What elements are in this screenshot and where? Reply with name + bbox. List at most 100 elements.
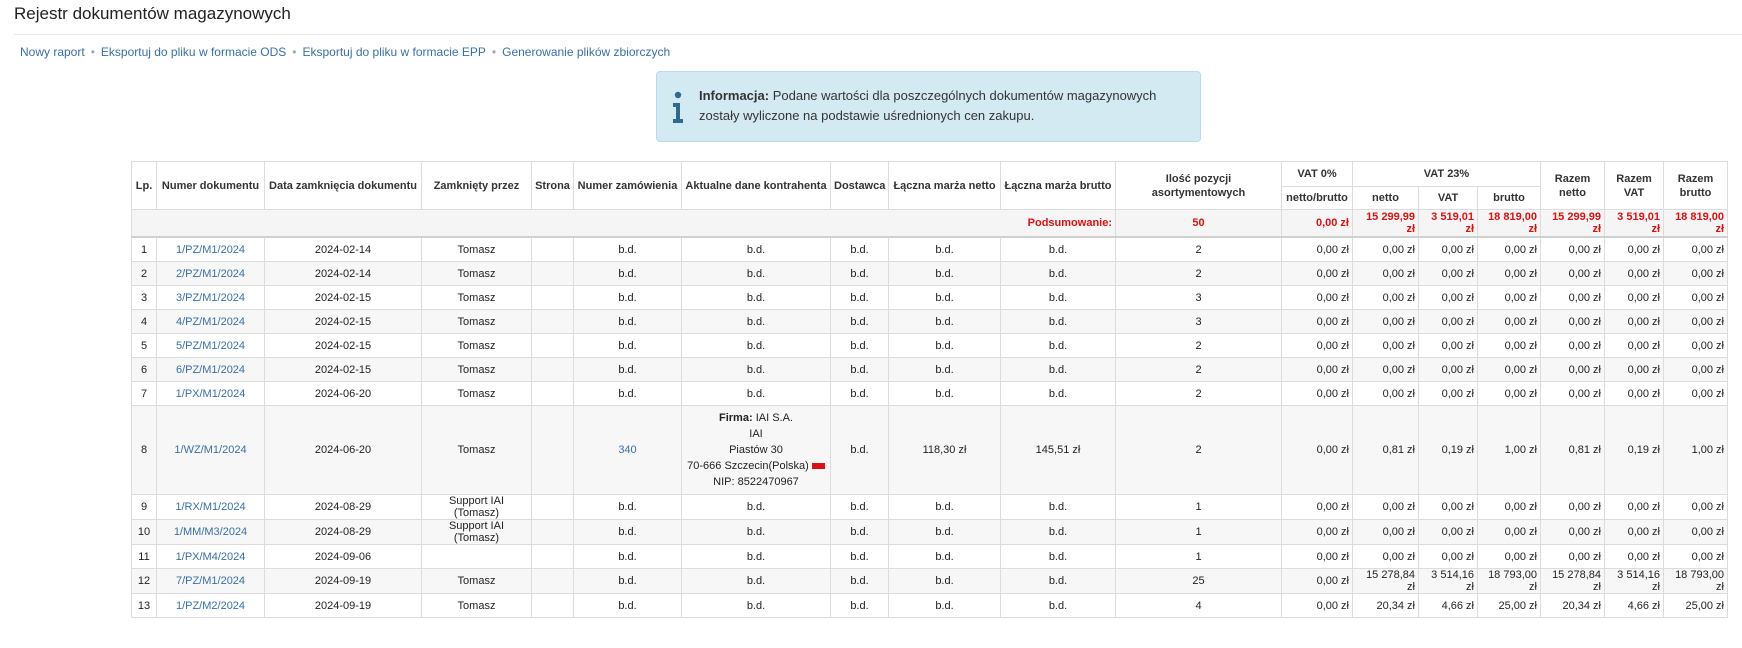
cell-close-date: 2024-02-15 — [264, 357, 422, 382]
cell-close-date: 2024-02-14 — [264, 236, 422, 262]
cell-vat23-gross: 0,00 zł — [1477, 309, 1541, 334]
summary-label: Podsumowanie: — [131, 209, 1116, 238]
col-items-count: Ilość pozycji asortymentowych — [1115, 161, 1282, 210]
cell-closed-by — [421, 544, 532, 569]
cell-margin-net: b.d. — [888, 333, 1001, 358]
cell-document-number[interactable]: 5/PZ/M1/2024 — [156, 333, 265, 358]
document-link[interactable]: 1/PX/M1/2024 — [176, 388, 246, 400]
cell-items-count: 1 — [1115, 494, 1282, 520]
cell-total-gross: 0,00 zł — [1663, 357, 1728, 382]
cell-total-net: 0,00 zł — [1540, 357, 1605, 382]
cell-document-number[interactable]: 3/PZ/M1/2024 — [156, 285, 265, 310]
cell-vat23-vat: 4,66 zł — [1418, 593, 1478, 618]
cell-total-gross: 0,00 zł — [1663, 381, 1728, 406]
cell-lp: 5 — [131, 333, 157, 358]
cell-document-number[interactable]: 4/PZ/M1/2024 — [156, 309, 265, 334]
summary-vat0: 0,00 zł — [1281, 209, 1353, 238]
col-vat0: VAT 0% — [1281, 161, 1353, 187]
cell-contractor: b.d. — [681, 494, 831, 520]
cell-vat0: 0,00 zł — [1281, 405, 1353, 495]
cell-closed-by: Tomasz — [421, 357, 532, 382]
cell-document-number[interactable]: 2/PZ/M1/2024 — [156, 261, 265, 286]
cell-total-net: 15 278,84 zł — [1540, 568, 1605, 594]
cell-close-date: 2024-09-06 — [264, 544, 422, 569]
cell-close-date: 2024-02-15 — [264, 285, 422, 310]
cell-vat23-vat: 0,00 zł — [1418, 519, 1478, 545]
table-row: 7 1/PX/M1/2024 2024-06-20 Tomasz b.d. b.d. b.d… — [131, 381, 1728, 406]
cell-items-count: 2 — [1115, 261, 1282, 286]
cell-document-number[interactable]: 6/PZ/M1/2024 — [156, 357, 265, 382]
cell-items-count: 2 — [1115, 333, 1282, 358]
cell-vat0: 0,00 zł — [1281, 544, 1353, 569]
cell-margin-net: 118,30 zł — [888, 405, 1001, 495]
cell-document-number[interactable]: 1/WZ/M1/2024 — [156, 405, 265, 495]
cell-items-count: 3 — [1115, 285, 1282, 310]
summary-total-vat: 3 519,01 zł — [1604, 209, 1664, 238]
cell-document-number[interactable]: 1/PZ/M1/2024 — [156, 236, 265, 262]
cell-lp: 12 — [131, 568, 157, 594]
export-ods-link[interactable]: Eksportuj do pliku w formacie ODS — [101, 45, 286, 59]
cell-vat23-net: 0,00 zł — [1352, 333, 1419, 358]
cell-page — [531, 405, 574, 495]
cell-lp: 1 — [131, 236, 157, 262]
cell-contractor: b.d. — [681, 381, 831, 406]
cell-document-number[interactable]: 7/PZ/M1/2024 — [156, 568, 265, 594]
document-link[interactable]: 1/PX/M4/2024 — [176, 551, 246, 563]
cell-document-number[interactable]: 1/MM/M3/2024 — [156, 519, 265, 545]
cell-supplier: b.d. — [830, 309, 889, 334]
cell-margin-gross: b.d. — [1000, 544, 1116, 569]
cell-closed-by: Support IAI (Tomasz) — [421, 519, 532, 545]
cell-total-gross: 0,00 zł — [1663, 309, 1728, 334]
cell-items-count: 1 — [1115, 519, 1282, 545]
document-link[interactable]: 1/PZ/M2/2024 — [176, 600, 245, 612]
document-link[interactable]: 1/RX/M1/2024 — [175, 501, 245, 513]
cell-document-number[interactable]: 1/PX/M4/2024 — [156, 544, 265, 569]
cell-vat23-vat: 0,00 zł — [1418, 333, 1478, 358]
cell-margin-net: b.d. — [888, 236, 1001, 262]
document-link[interactable]: 1/WZ/M1/2024 — [174, 444, 246, 456]
document-link[interactable]: 1/PZ/M1/2024 — [176, 244, 245, 256]
cell-order-number[interactable]: 340 — [573, 405, 682, 495]
cell-document-number[interactable]: 1/PX/M1/2024 — [156, 381, 265, 406]
document-link[interactable]: 4/PZ/M1/2024 — [176, 316, 245, 328]
cell-vat23-net: 0,81 zł — [1352, 405, 1419, 495]
cell-margin-gross: b.d. — [1000, 333, 1116, 358]
document-link[interactable]: 6/PZ/M1/2024 — [176, 364, 245, 376]
cell-order-number: b.d. — [573, 381, 682, 406]
document-link[interactable]: 2/PZ/M1/2024 — [176, 268, 245, 280]
cell-items-count: 2 — [1115, 405, 1282, 495]
order-link[interactable]: 340 — [618, 444, 636, 456]
generate-batch-files-link[interactable]: Generowanie plików zbiorczych — [502, 45, 670, 59]
document-link[interactable]: 3/PZ/M1/2024 — [176, 292, 245, 304]
cell-margin-gross: b.d. — [1000, 357, 1116, 382]
col-vat23-gross: brutto — [1477, 186, 1541, 210]
cell-document-number[interactable]: 1/RX/M1/2024 — [156, 494, 265, 520]
table-row: 9 1/RX/M1/2024 2024-08-29 Support IAI (Toma… — [131, 494, 1728, 520]
cell-margin-gross: b.d. — [1000, 381, 1116, 406]
cell-document-number[interactable]: 1/PZ/M2/2024 — [156, 593, 265, 618]
summary-vat23-vat: 3 519,01 zł — [1418, 209, 1478, 238]
cell-vat23-net: 0,00 zł — [1352, 357, 1419, 382]
col-total-gross: Razem brutto — [1663, 161, 1728, 210]
cell-vat0: 0,00 zł — [1281, 261, 1353, 286]
export-epp-link[interactable]: Eksportuj do pliku w formacie EPP — [303, 45, 486, 59]
col-order-number: Numer zamówienia — [573, 161, 682, 210]
separator-dot: • — [491, 45, 497, 59]
separator-dot: • — [90, 45, 95, 59]
document-link[interactable]: 1/MM/M3/2024 — [174, 526, 247, 538]
new-report-link[interactable]: Nowy raport — [20, 45, 85, 59]
document-link[interactable]: 7/PZ/M1/2024 — [176, 575, 245, 587]
cell-items-count: 25 — [1115, 568, 1282, 594]
cell-order-number: b.d. — [573, 494, 682, 520]
document-link[interactable]: 5/PZ/M1/2024 — [176, 340, 245, 352]
cell-close-date: 2024-02-15 — [264, 309, 422, 334]
cell-margin-gross: b.d. — [1000, 261, 1116, 286]
cell-total-vat: 0,19 zł — [1604, 405, 1664, 495]
cell-margin-net: b.d. — [888, 261, 1001, 286]
cell-close-date: 2024-06-20 — [264, 381, 422, 406]
cell-vat0: 0,00 zł — [1281, 381, 1353, 406]
cell-total-gross: 0,00 zł — [1663, 494, 1728, 520]
cell-contractor: b.d. — [681, 593, 831, 618]
info-label: Informacja: — [699, 88, 770, 103]
cell-order-number: b.d. — [573, 568, 682, 594]
